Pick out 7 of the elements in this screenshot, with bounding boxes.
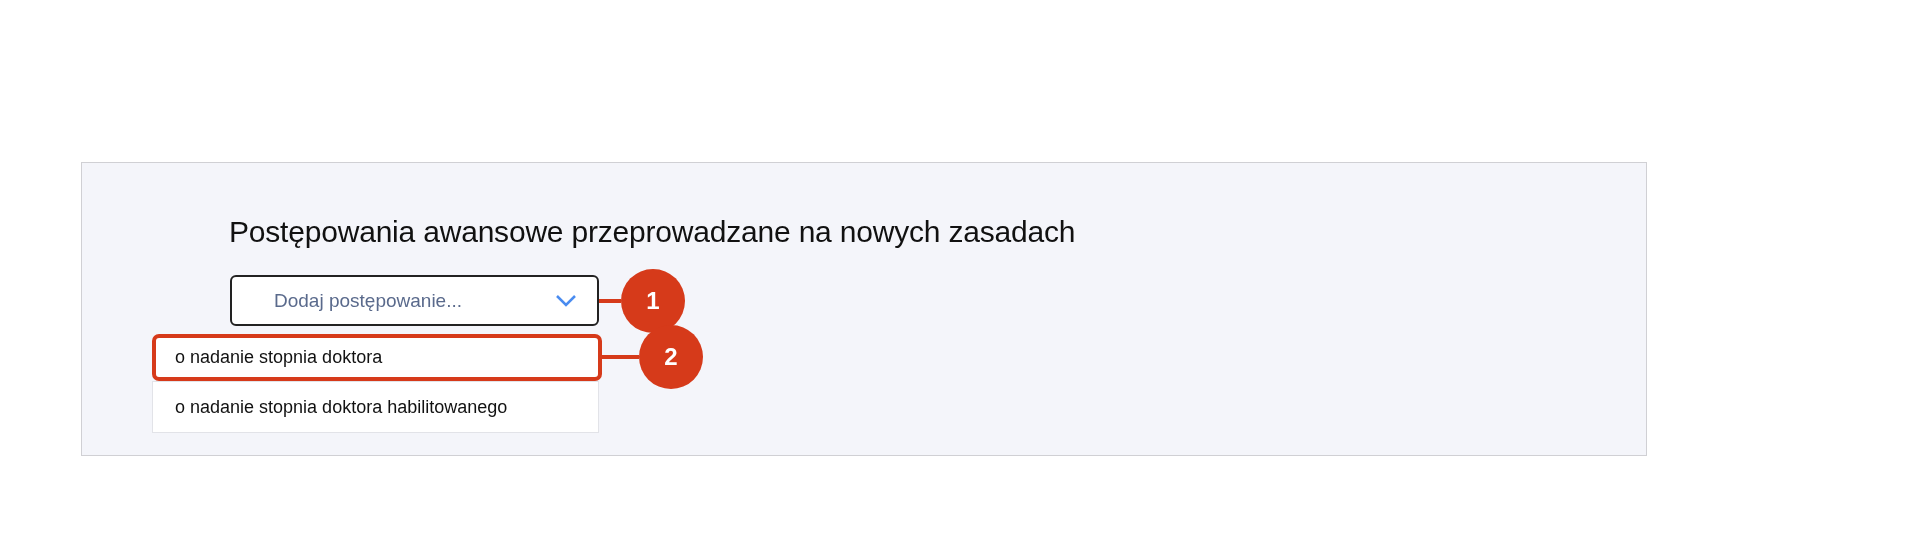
add-proceeding-dropdown[interactable]: Dodaj postępowanie...: [230, 275, 599, 326]
chevron-down-icon: [555, 293, 577, 308]
callout-badge: 1: [621, 268, 685, 333]
dropdown-option[interactable]: o nadanie stopnia doktora: [152, 333, 602, 381]
callout-badge: 2: [639, 325, 703, 389]
dropdown-option[interactable]: o nadanie stopnia doktora habilitowanego: [152, 381, 599, 433]
section-title: Postępowania awansowe przeprowadzane na nowych zasadach: [228, 214, 1077, 249]
